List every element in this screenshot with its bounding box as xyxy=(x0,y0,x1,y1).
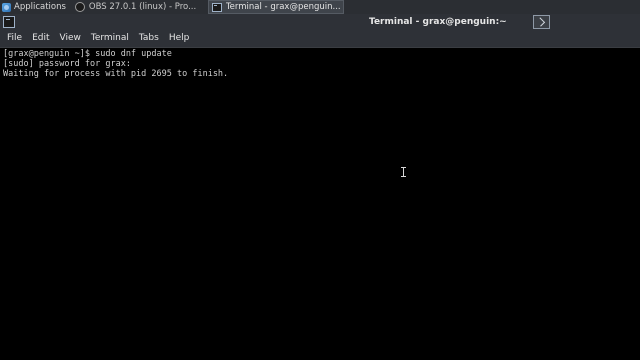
menu-bar: File Edit View Terminal Tabs Help xyxy=(0,30,640,48)
desktop-screen: Applications OBS 27.0.1 (linux) - Pro...… xyxy=(0,0,640,360)
top-panel: Applications OBS 27.0.1 (linux) - Pro...… xyxy=(0,0,640,14)
terminal-icon xyxy=(211,2,222,12)
text-cursor-icon xyxy=(401,167,406,177)
menu-tabs[interactable]: Tabs xyxy=(134,30,164,47)
applications-menu[interactable]: Applications xyxy=(0,0,70,14)
task-label-terminal: Terminal - grax@penguin... xyxy=(225,2,340,12)
task-button-obs[interactable]: OBS 27.0.1 (linux) - Pro... xyxy=(72,1,206,13)
terminal-line-waiting: Waiting for process with pid 2695 to fin… xyxy=(3,69,229,79)
menu-file[interactable]: File xyxy=(0,30,27,47)
task-label-obs: OBS 27.0.1 (linux) - Pro... xyxy=(88,2,197,12)
menu-view[interactable]: View xyxy=(55,30,86,47)
menu-help[interactable]: Help xyxy=(164,30,195,47)
window-titlebar[interactable]: Terminal - grax@penguin:~ xyxy=(0,14,640,30)
window-title: Terminal - grax@penguin:~ xyxy=(369,17,507,27)
obs-icon xyxy=(74,2,85,12)
terminal-line-sudo-prompt: [sudo] password for grax: xyxy=(3,59,131,69)
menu-terminal[interactable]: Terminal xyxy=(86,30,134,47)
terminal-line-command: [grax@penguin ~]$ sudo dnf update xyxy=(3,49,172,59)
task-button-terminal[interactable]: Terminal - grax@penguin... xyxy=(207,0,344,14)
applications-label: Applications xyxy=(14,2,66,12)
menu-edit[interactable]: Edit xyxy=(27,30,54,47)
terminal-output-area[interactable]: [grax@penguin ~]$ sudo dnf update [sudo]… xyxy=(0,48,640,360)
applications-icon xyxy=(2,2,11,12)
window-terminal-icon[interactable] xyxy=(3,16,15,28)
screenshot-tray-icon[interactable] xyxy=(533,15,550,29)
